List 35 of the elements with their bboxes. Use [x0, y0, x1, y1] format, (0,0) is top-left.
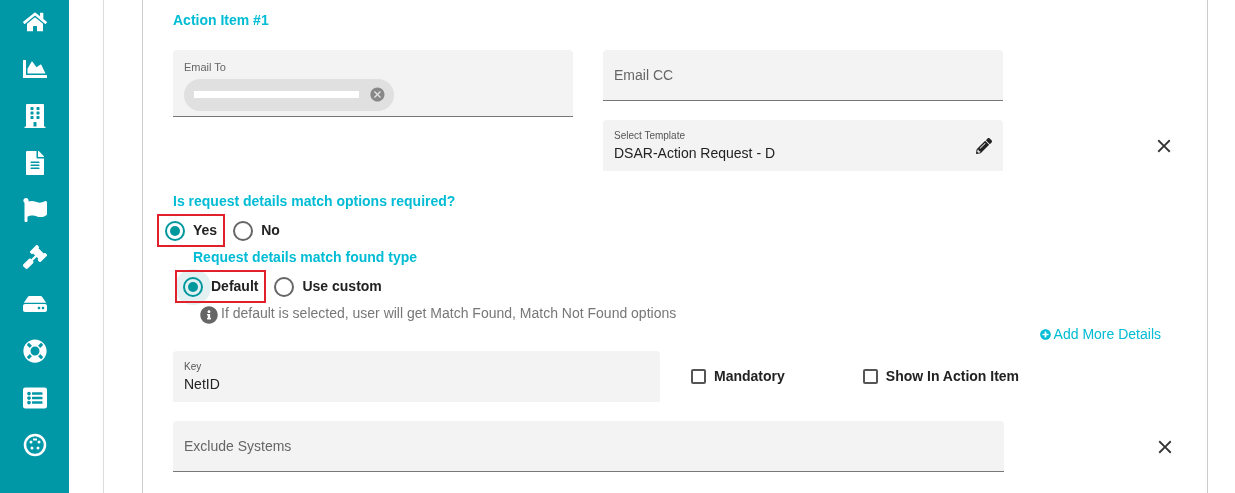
email-chip[interactable] [184, 78, 394, 111]
template-field[interactable]: Select Template DSAR-Action Request - D [603, 120, 1003, 171]
info-icon [200, 306, 218, 324]
field-label: Email To [184, 60, 227, 75]
field-value: DSAR-Action Request - D [614, 143, 776, 163]
circle-dots-icon[interactable] [22, 433, 47, 457]
radio-label[interactable]: No [261, 220, 280, 241]
question-label: Is request details match options required? [173, 192, 457, 211]
section-title: Action Item #1 [173, 11, 270, 30]
checkbox-option[interactable]: Mandatory [691, 366, 785, 387]
building-icon[interactable] [22, 104, 47, 128]
field-label: Key [184, 359, 203, 374]
list-icon[interactable] [22, 386, 47, 410]
home-icon[interactable] [22, 10, 47, 34]
field-label: Select Template [614, 128, 686, 143]
radio-label[interactable]: Use custom [302, 276, 382, 297]
checkbox[interactable] [691, 369, 706, 384]
checkbox[interactable] [862, 369, 878, 384]
field-value: NetID [184, 374, 221, 394]
question-label: Request details match found type [193, 248, 419, 267]
hint-text: If default is selected, user will get Match Found, Match Not Found options [221, 304, 677, 323]
key-field[interactable]: Key NetID [173, 351, 660, 402]
exclude-systems-field[interactable]: Exclude Systems [173, 421, 1004, 472]
remove-icon[interactable] [369, 86, 386, 103]
email-to-field[interactable]: Email To [173, 50, 573, 117]
email-cc-field[interactable]: Email CC [603, 50, 1003, 101]
add-icon[interactable] [1039, 329, 1051, 340]
checkbox-option[interactable]: Show In Action Item [862, 366, 1020, 387]
area-chart-icon[interactable] [22, 57, 47, 81]
edit-icon[interactable] [976, 137, 992, 154]
lifebuoy-icon[interactable] [22, 339, 47, 363]
radio-label[interactable]: Yes [193, 220, 218, 241]
radio-label[interactable]: Default [211, 276, 259, 297]
gavel-icon[interactable] [22, 245, 47, 269]
flag-icon[interactable] [22, 198, 47, 222]
